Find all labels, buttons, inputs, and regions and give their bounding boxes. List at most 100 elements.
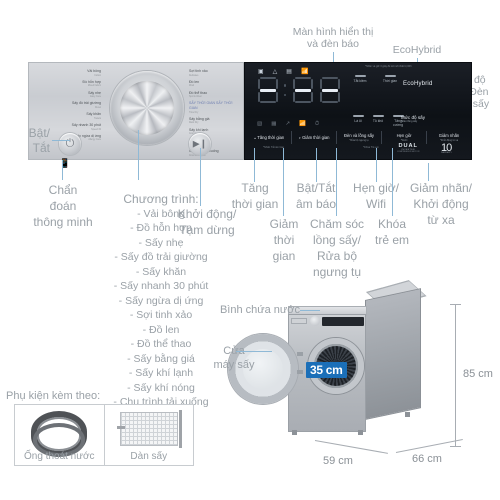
callout-decrease-time: Giảm thời gian: [269, 217, 299, 263]
dryer-door-hinge-bottom: [297, 370, 303, 374]
program-item: - Sấy đồ trải giường: [114, 251, 208, 263]
dial-label[interactable]: Sấy nhẹ Easy Care: [35, 91, 101, 100]
accessory-item-rack: Dàn sấy: [105, 405, 194, 465]
dial-label-en: Easy Care: [90, 96, 101, 99]
dim-width-label: 59 cm: [323, 455, 353, 467]
dryer-foot: [358, 430, 363, 435]
accessory-label: Dàn sấy: [130, 451, 168, 462]
drum-icon: △: [272, 69, 278, 75]
callout-display: Màn hình hiển thị và đèn báo: [292, 26, 374, 50]
dial-label-en: Mixed Fabric: [87, 85, 101, 88]
lamp-bar: [354, 75, 366, 78]
wifi-pair-note: *Nhấn và giữ 3 giây để kết nối thiết bị …: [365, 64, 412, 68]
leader-program: [138, 130, 139, 180]
program-item: - Sấy khí nóng: [127, 381, 195, 394]
dial-label[interactable]: Đồ len Wool: [189, 80, 241, 89]
dial-label[interactable]: SẤY THỜI GIAN SẤY THỜI GIAN Time Dry: [189, 101, 241, 115]
dial-label-en: Time Dry: [189, 111, 199, 114]
dial-label-en: Delicates: [189, 74, 199, 77]
button-sublabel: *Wi-Fi: [400, 138, 408, 142]
wifi-signal-icon: 📶: [300, 69, 309, 75]
dryer-illustration: 35 cm: [228, 280, 430, 450]
button-decrease-time[interactable]: Giảm thời gian: [292, 131, 337, 144]
program-item: - Sấy ngừa dị ứng: [118, 294, 204, 307]
button-drum-care[interactable]: Đèn và lồng sấy *Rửa bộ ngưng tụ: [337, 131, 382, 144]
dial-label[interactable]: Vải bông Cotton: [35, 69, 101, 78]
program-item: - Đồ len: [142, 323, 180, 336]
callout-increase-time: Tăng thời gian: [231, 181, 279, 211]
lock-icon: ▣: [258, 69, 264, 75]
seg-digit: [257, 77, 279, 103]
button-sublabel: *Rửa bộ ngưng tụ: [349, 138, 369, 142]
callout-dryer-door: Cửa máy sấy: [213, 345, 255, 371]
accessory-label: Ống thoát nước: [23, 451, 95, 462]
lamp-label: Là ủi: [354, 118, 362, 123]
lamp-label: Tắt kiềm: [353, 78, 367, 83]
accessories-box: Ống thoát nước Dàn sấy: [14, 404, 194, 466]
seg-digit: [319, 77, 341, 103]
dryer-foot: [405, 412, 410, 417]
callout-ecohybrid: EcoHybrid: [392, 44, 442, 56]
dryer-mini-dial[interactable]: [310, 316, 320, 326]
power-button[interactable]: ⏻: [59, 133, 81, 155]
leader-timer-wifi: [376, 148, 377, 182]
timer-icon: ⏱: [314, 121, 320, 127]
program-item: - Sấy khăn: [135, 265, 187, 278]
callout-water-tank: Bình chứa nước: [219, 304, 300, 316]
leader-smart-diagnosis: [62, 160, 63, 180]
leader-dryer-door: [236, 351, 272, 352]
callout-timer-wifi: Hẹn giờ/ Wifi: [353, 181, 399, 211]
callout-child-lock: Khóa trẻ em: [374, 217, 409, 247]
dim-height-line: [455, 304, 456, 446]
dial-label[interactable]: Đồ hỗn hợp Mixed Fabric: [35, 80, 101, 89]
dim-height-cap-top: [450, 304, 461, 305]
smart-diagnosis-icon-group[interactable]: 📱: [57, 159, 73, 168]
tray-icon: ▤: [286, 69, 292, 75]
program-selector-dial[interactable]: [110, 71, 184, 145]
dryer-door-hinge-top: [297, 352, 303, 356]
lamp-tat-kiem: Tắt kiềm: [351, 75, 369, 83]
iron-icon: ▧: [257, 121, 263, 127]
seg-digit: [292, 77, 314, 103]
dry-level-sub: *Đèn lồng sấy: [401, 120, 418, 123]
dial-label[interactable]: Sấy khăn Towels: [35, 112, 101, 121]
lamp-bar: [372, 115, 384, 118]
dial-label-vn: SẤY THỜI GIAN SẤY THỜI GIAN: [189, 101, 233, 110]
lamp-label: Thời gian: [382, 78, 398, 83]
leader-sound: [316, 148, 317, 182]
wifi-icon: 📶: [299, 121, 306, 127]
callout-drum-care: Chăm sóc lồng sấy/ Rửa bộ ngưng tụ: [309, 217, 365, 279]
lamp-la-ui: Là ủi: [349, 115, 367, 123]
dryer-water-tank-drawer[interactable]: [291, 318, 307, 324]
time-display: [257, 77, 349, 119]
button-increase-time[interactable]: Tăng thời gian: [247, 131, 292, 144]
leader-water-tank: [300, 310, 320, 311]
dial-knob-face: [120, 81, 174, 135]
program-list-title: Chương trình:: [123, 192, 199, 206]
lamp-tu-kho: Tủ khô: [369, 115, 387, 123]
ecohybrid-logo: EcoHybrid: [403, 81, 433, 87]
dial-label[interactable]: Đồ thể thao Sports Wear: [189, 91, 241, 100]
dryer-foot: [292, 430, 297, 435]
accessories-title: Phụ kiện kèm theo:: [6, 390, 101, 402]
dual-inverter-logo: DUAL INVERTER COMPRESSOR MOTOR: [397, 143, 419, 153]
lamp-bar: [352, 115, 364, 118]
callout-power: Bật/ Tắt: [28, 126, 50, 155]
control-panel: Vải bông Cotton Đồ hỗn hợp Mixed Fabric …: [28, 62, 472, 168]
button-label: Tăng thời gian: [254, 135, 284, 141]
button-label: Giảm thời gian: [299, 135, 329, 141]
dial-label[interactable]: Sợi tinh xảo Delicates: [189, 69, 241, 78]
dim-height-label: 85 cm: [463, 368, 493, 380]
leader-decrease-time: [283, 148, 284, 216]
dial-label[interactable]: Sấy bằng giá Rack Dry: [189, 117, 241, 126]
door-diameter-badge: 35 cm: [306, 362, 347, 378]
dryer-mini-display: [322, 317, 364, 326]
dial-label[interactable]: Sấy đồ trải giường Duvet: [35, 101, 101, 110]
seg-colon: [284, 84, 287, 96]
lamp-label: Tủ khô: [372, 118, 384, 123]
panel-button-bar: Tăng thời gian Giảm thời gian Đèn và lồn…: [247, 131, 471, 144]
hanger-icon: ↗: [285, 121, 291, 127]
leader-label-reduce: [428, 163, 429, 181]
status-icons-bottom: ▧ ▦ ↗ 📶 ⏱: [257, 121, 319, 128]
sound-off-note: *Nhấn Tắt âm báo: [263, 146, 285, 149]
